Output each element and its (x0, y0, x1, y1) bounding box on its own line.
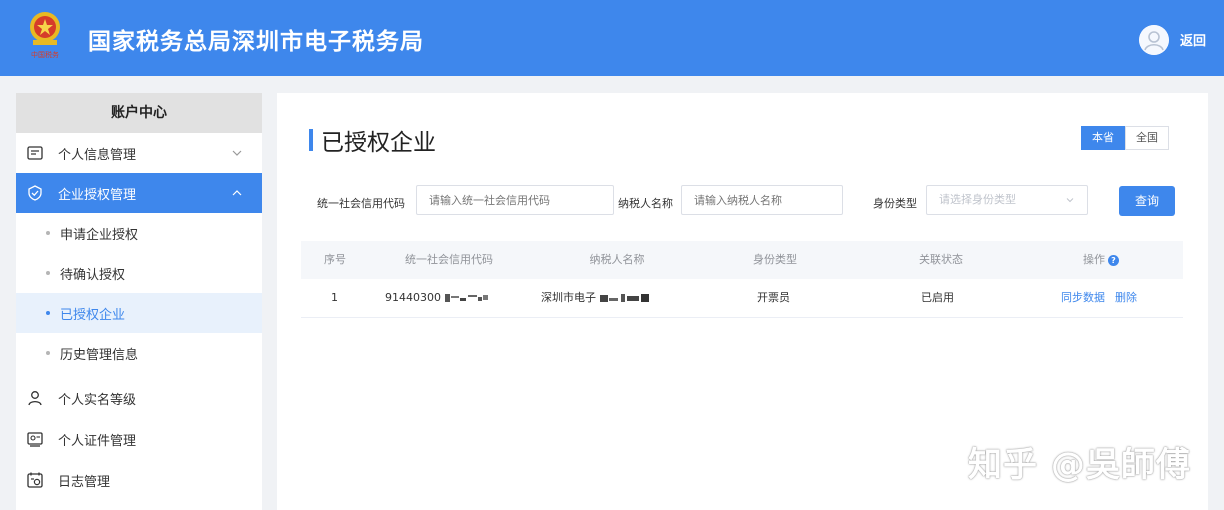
sidebar-subitem-history[interactable]: 历史管理信息 (16, 333, 262, 373)
log-icon (27, 472, 43, 488)
sidebar-item-label: 个人信息管理 (58, 147, 137, 163)
cell-status: 已启用 (921, 291, 954, 304)
chevron-down-icon (1066, 198, 1074, 203)
sidebar-item-label: 日志管理 (58, 474, 111, 490)
cell-identity-type: 开票员 (757, 291, 790, 304)
page-title: 已授权企业 (321, 130, 436, 156)
user-avatar-icon[interactable] (1139, 25, 1169, 55)
tax-emblem-logo: 中国税务 (30, 12, 60, 59)
credit-code-label: 统一社会信用代码 (317, 197, 405, 210)
bullet-dot (46, 351, 50, 355)
bullet-dot (46, 311, 50, 315)
cell-credit-code: 91440300 (385, 279, 489, 317)
bullet-dot (46, 271, 50, 275)
cell-index: 1 (331, 291, 338, 304)
id-card-icon (27, 146, 43, 160)
credit-code-input[interactable] (416, 185, 614, 215)
watermark-text: 知乎 @吳師傅 (968, 445, 1191, 485)
redacted-mask (599, 294, 649, 302)
query-button[interactable]: 查询 (1119, 186, 1175, 216)
column-header-status: 关联状态 (919, 253, 963, 266)
bullet-dot (46, 231, 50, 235)
column-header-actions-label: 操作 (1083, 253, 1105, 266)
taxpayer-name-input[interactable] (681, 185, 843, 215)
sidebar-subitem-label: 已授权企业 (60, 307, 126, 323)
sidebar-item-personal-info[interactable]: 个人信息管理 (16, 133, 262, 173)
top-header: 中国税务 国家税务总局深圳市电子税务局 返回 (0, 0, 1224, 76)
sidebar-subitem-pending-auth[interactable]: 待确认授权 (16, 253, 262, 293)
svg-text:中国税务: 中国税务 (31, 50, 59, 59)
back-button[interactable]: 返回 (1180, 30, 1206, 49)
sync-data-link[interactable]: 同步数据 (1061, 279, 1105, 317)
scope-tab-national[interactable]: 全国 (1125, 126, 1169, 150)
sidebar: 账户中心 个人信息管理 企业授权管理 申请企业授权 待确认授权 已授权企业 历史… (16, 93, 262, 510)
user-level-icon (28, 391, 42, 406)
sidebar-item-label: 个人证件管理 (58, 433, 137, 449)
taxpayer-name-label: 纳税人名称 (618, 197, 673, 210)
sidebar-item-real-name-level[interactable]: 个人实名等级 (16, 378, 262, 418)
identity-type-select[interactable]: 请选择身份类型 (926, 185, 1088, 215)
chevron-up-icon (232, 190, 242, 196)
sidebar-item-label: 企业授权管理 (58, 187, 137, 203)
column-header-identity-type: 身份类型 (753, 253, 797, 266)
sidebar-item-enterprise-auth[interactable]: 企业授权管理 (16, 173, 262, 213)
sidebar-subitem-authorized-enterprises[interactable]: 已授权企业 (16, 293, 262, 333)
title-accent-bar (309, 129, 313, 151)
sidebar-subitem-label: 申请企业授权 (60, 227, 139, 243)
column-header-index: 序号 (324, 253, 346, 266)
credit-code-text: 91440300 (385, 291, 441, 304)
sidebar-subitem-apply-auth[interactable]: 申请企业授权 (16, 213, 262, 253)
scope-tab-province[interactable]: 本省 (1081, 126, 1125, 150)
column-header-taxpayer-name: 纳税人名称 (589, 253, 645, 266)
table-row: 1 91440300 深圳市电子 开票员 已启用 同步数据 删除 (301, 279, 1183, 318)
sidebar-subitem-label: 待确认授权 (60, 267, 126, 283)
redacted-mask (444, 294, 488, 302)
sidebar-item-label: 个人实名等级 (58, 392, 137, 408)
certificate-icon (27, 432, 43, 447)
cell-taxpayer-name: 深圳市电子 (541, 279, 652, 317)
chevron-down-icon (232, 150, 242, 156)
column-header-actions: 操作? (1083, 241, 1119, 279)
identity-type-label: 身份类型 (873, 197, 917, 210)
shield-check-icon (28, 185, 42, 201)
identity-type-placeholder: 请选择身份类型 (939, 193, 1016, 206)
sidebar-title: 账户中心 (16, 93, 262, 133)
sidebar-item-certificates[interactable]: 个人证件管理 (16, 419, 262, 459)
help-icon[interactable]: ? (1108, 254, 1119, 266)
scope-toggle: 本省 全国 (1081, 126, 1169, 150)
taxpayer-name-text: 深圳市电子 (541, 291, 596, 304)
table-header: 序号 统一社会信用代码 纳税人名称 身份类型 关联状态 操作? (301, 241, 1183, 279)
delete-link[interactable]: 删除 (1115, 279, 1137, 317)
sidebar-item-logs[interactable]: 日志管理 (16, 460, 262, 500)
app-title: 国家税务总局深圳市电子税务局 (88, 29, 424, 55)
column-header-credit-code: 统一社会信用代码 (405, 253, 493, 266)
sidebar-subitem-label: 历史管理信息 (60, 347, 139, 363)
